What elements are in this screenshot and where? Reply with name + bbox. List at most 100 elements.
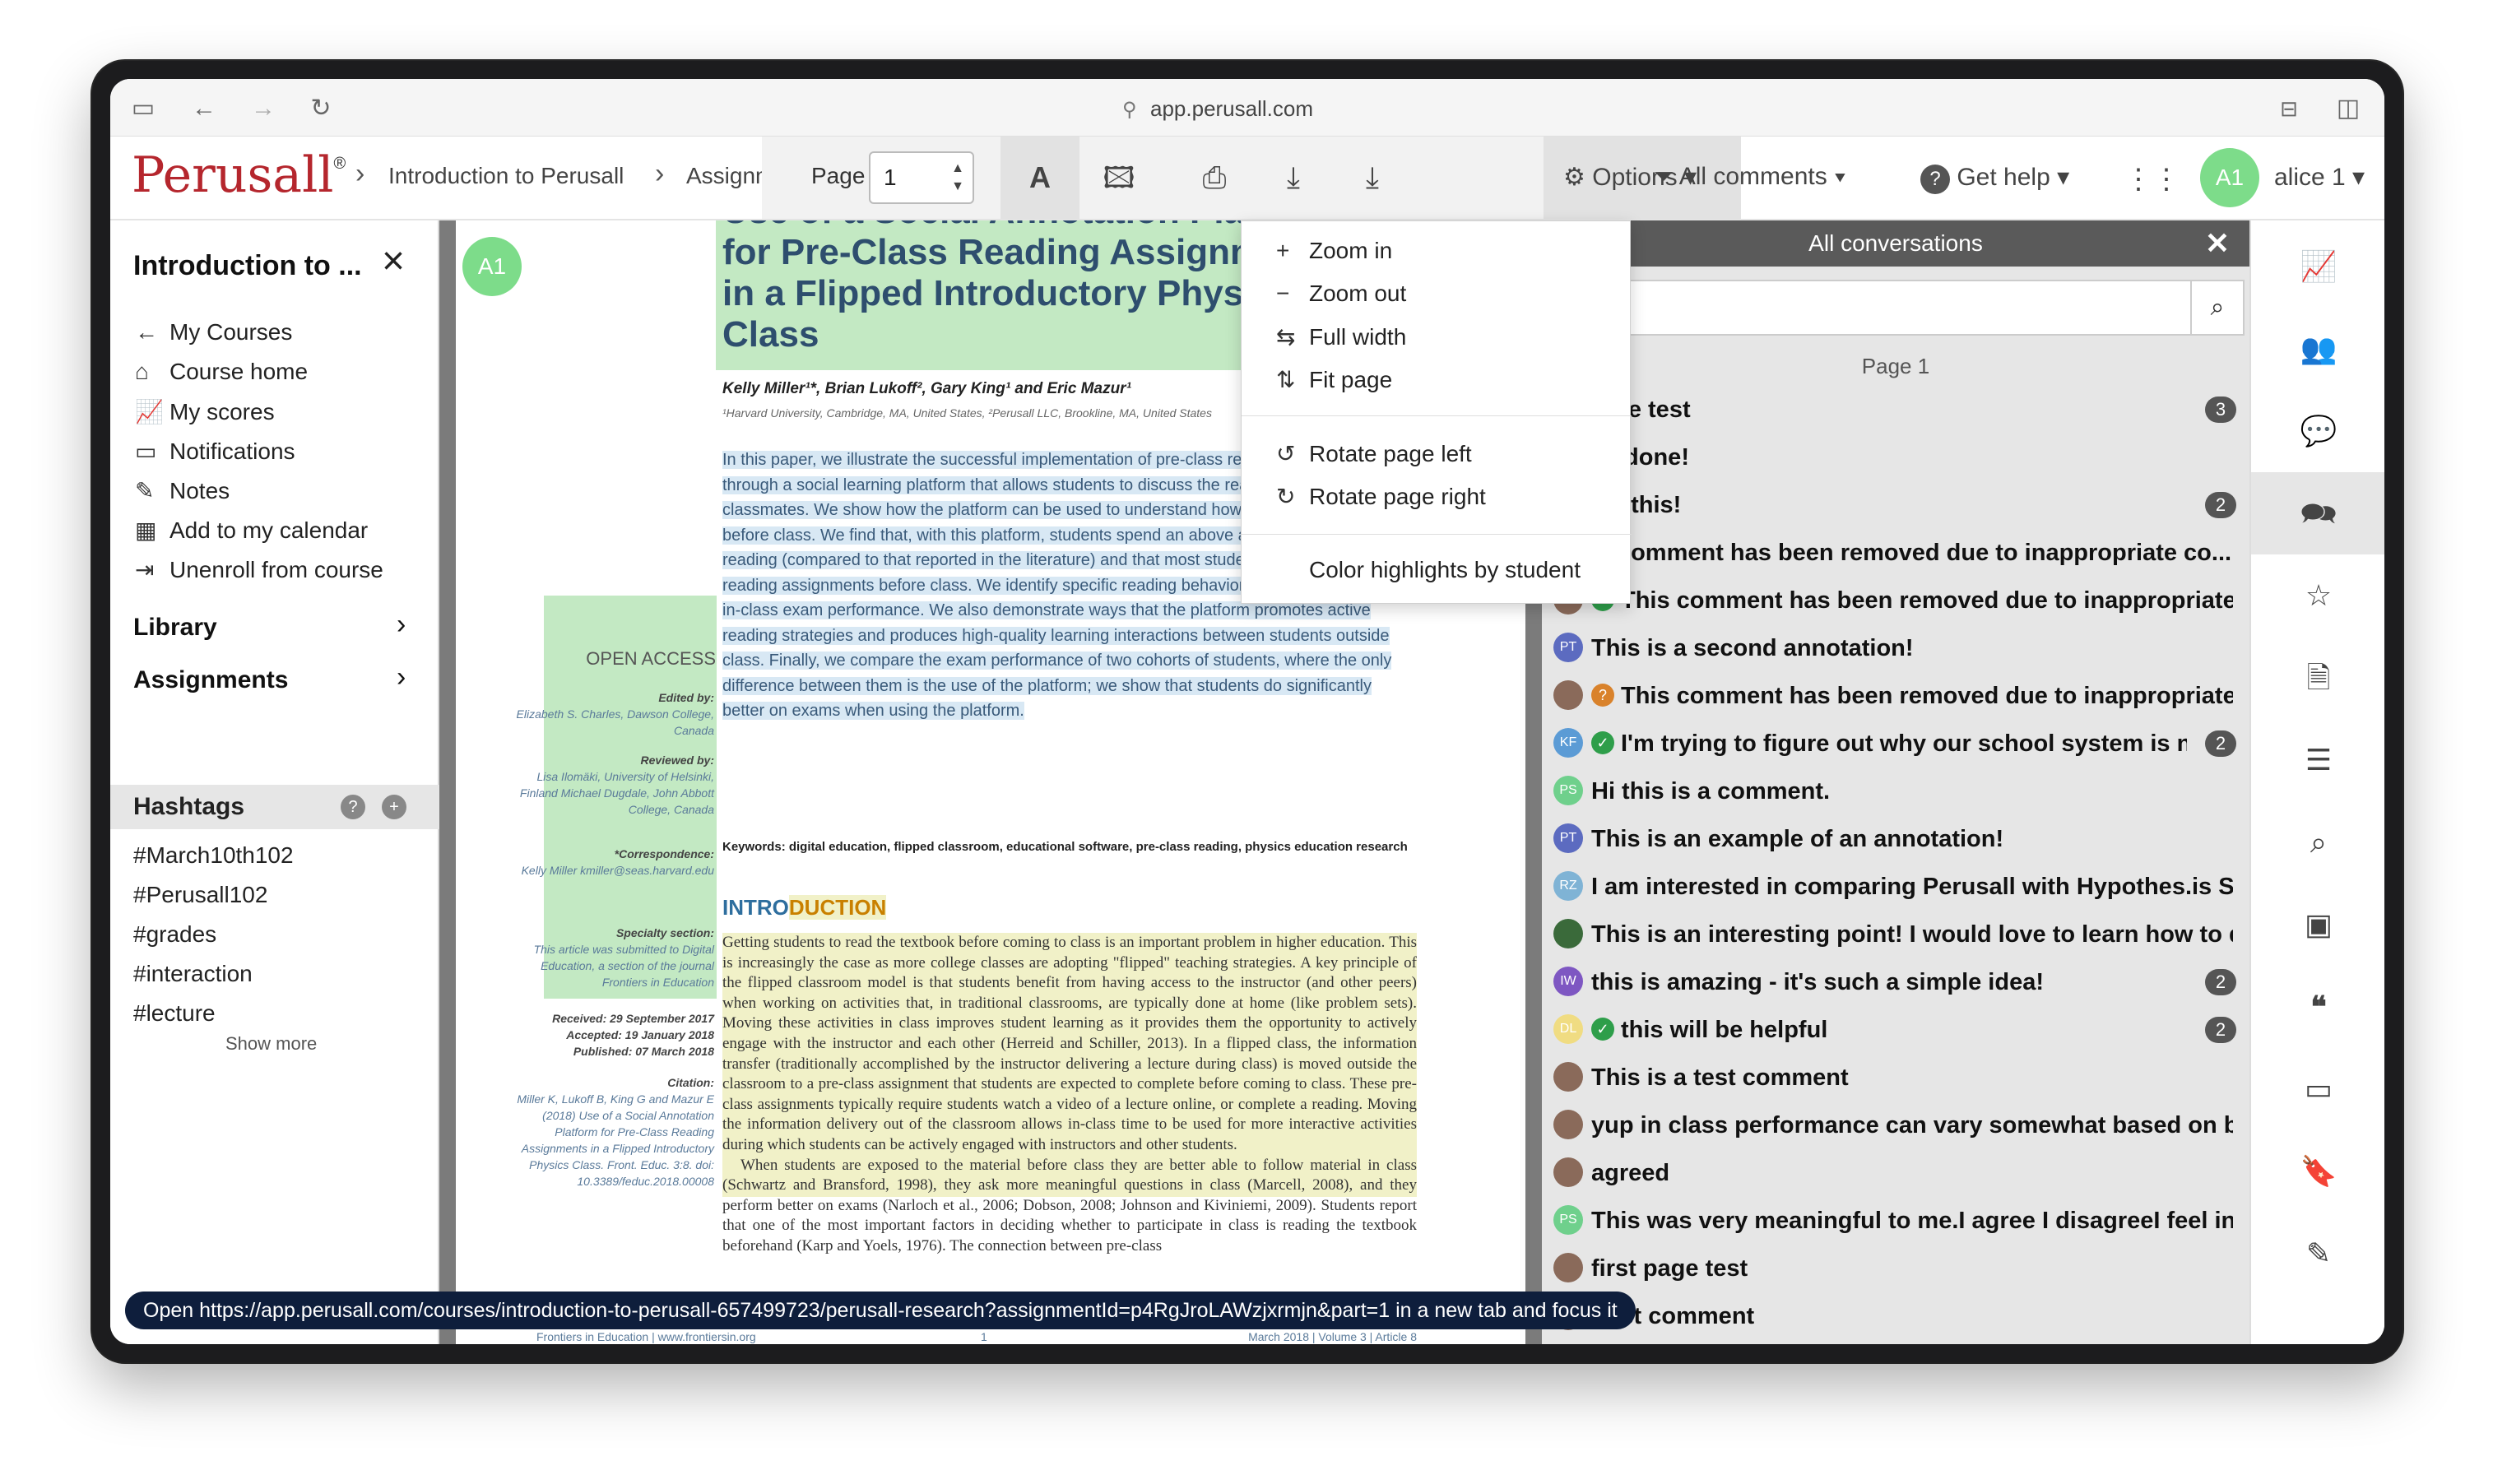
menu-item-zoom-in[interactable]: + Zoom in [1276, 238, 1392, 264]
extension-icon[interactable]: ⊟ [2274, 94, 2304, 123]
sidebar-title: Introduction to ... [133, 250, 362, 281]
conversation-item[interactable]: PS This was very meaningful to me.I agree… [1553, 1199, 2236, 1241]
menu-item-rotate-left[interactable]: ↺ Rotate page left [1276, 440, 1472, 467]
bookmark-icon[interactable]: 🔖 [2251, 1130, 2384, 1213]
conversation-item[interactable]: DL ✓ this will be helpful 2 [1553, 1009, 2236, 1050]
sidebar-item-my-courses[interactable]: ← My Courses [135, 319, 292, 345]
conversation-item[interactable]: PT This is a second annotation! [1553, 627, 2236, 668]
page-number-input[interactable]: 1 ▲ ▼ [869, 151, 974, 204]
menu-item-full-width[interactable]: ⇆ Full width [1276, 323, 1406, 350]
conversation-item[interactable]: ✓This comment has been removed due to in… [1553, 579, 2236, 620]
conversation-text: I'm trying to figure out why our school … [1621, 730, 2187, 757]
text-mode-icon[interactable]: A [1000, 137, 1079, 219]
get-help-button[interactable]: ? Get help ▾ [1920, 163, 2069, 194]
sidebar-item-course-home[interactable]: ⌂ Course home [135, 359, 308, 385]
sidebar-item-notes[interactable]: ✎ Notes [135, 477, 230, 504]
avatar [1553, 1110, 1583, 1139]
hashtag-item[interactable]: #interaction [133, 961, 253, 987]
conversation-item[interactable]: Vell done! [1542, 436, 2236, 477]
conversation-item[interactable]: agreed [1553, 1152, 2236, 1193]
menu-divider [1242, 415, 1632, 416]
sidebar-assignments[interactable]: Assignments › [133, 661, 406, 694]
breadcrumb-course[interactable]: Introduction to Perusall [388, 163, 624, 189]
search-icon[interactable]: ⌕ [2190, 280, 2245, 336]
sidebar-item-unenroll[interactable]: ⇥ Unenroll from course [135, 556, 383, 583]
sidebar-toggle-icon[interactable]: ▭ [128, 94, 158, 123]
quote-icon[interactable]: ❝ [2251, 966, 2384, 1048]
conversation-item[interactable]: love this! 2 [1542, 484, 2236, 525]
conversation-item[interactable]: This is a test comment [1553, 1056, 2236, 1097]
conversation-item[interactable]: KF ✓ I'm trying to figure out why our scho… [1553, 722, 2236, 763]
menu-item-zoom-out[interactable]: − Zoom out [1276, 281, 1406, 307]
close-icon[interactable]: × [382, 239, 405, 284]
help-icon[interactable]: ? [341, 795, 365, 819]
conversation-item[interactable]: This is an interesting point! I would lo… [1553, 913, 2236, 954]
hashtag-item[interactable]: #Perusall102 [133, 882, 267, 908]
image-icon[interactable]: 🖾 [1079, 137, 1158, 219]
link-status-tooltip: Open https://app.perusall.com/courses/in… [125, 1292, 1636, 1329]
menu-item-color-highlights[interactable]: Color highlights by student [1309, 557, 1581, 583]
conversation-item[interactable]: RZ I am interested in comparing Perusall … [1553, 865, 2236, 907]
conversation-search-input[interactable]: h [1575, 280, 2192, 336]
print-icon[interactable]: ⎙ [1175, 137, 1254, 219]
hashtag-item[interactable]: #grades [133, 921, 216, 948]
user-menu[interactable]: alice 1 ▾ [2274, 163, 2365, 192]
sidebar-item-notifications[interactable]: ▭ Notifications [135, 438, 295, 465]
reader-avatar[interactable]: A1 [462, 237, 522, 296]
breadcrumb-assignment[interactable]: Assignm [686, 163, 762, 189]
document-icon[interactable]: 🗎 [2251, 637, 2384, 719]
sidebar-item-calendar[interactable]: ▦ Add to my calendar [135, 517, 368, 544]
conversation-item[interactable]: his comment has been removed due to inap… [1542, 531, 2236, 573]
inbox-icon[interactable]: ▭ [2251, 1048, 2384, 1130]
conversation-item[interactable]: PT This is an example of an annotation! [1553, 818, 2236, 859]
download-icon[interactable]: ⤓ [1254, 137, 1333, 219]
avatar [1553, 680, 1583, 710]
reload-icon[interactable]: ↻ [306, 94, 336, 123]
conversation-item[interactable]: ? This comment has been removed due to in… [1553, 675, 2236, 716]
menu-item-fit-page[interactable]: ⇅ Fit page [1276, 366, 1392, 393]
forward-icon[interactable]: → [248, 94, 278, 123]
conversation-item[interactable]: icture test 3 [1542, 388, 2236, 429]
hashtag-item[interactable]: #March10th102 [133, 842, 294, 869]
contacts-icon[interactable]: ▣ [2251, 883, 2384, 966]
perusall-logo[interactable]: Perusall® [132, 146, 346, 204]
list-icon[interactable]: ☰ [2251, 719, 2384, 801]
search-icon[interactable]: ⌕ [2251, 801, 2384, 883]
show-more-link[interactable]: Show more [225, 1033, 317, 1055]
conversation-text: Vell done! [1576, 444, 1689, 471]
hashtag-item[interactable]: #lecture [133, 1000, 216, 1027]
conversation-item[interactable]: post comment [1553, 1295, 2236, 1336]
chart-icon[interactable]: 📈 [2251, 225, 2384, 308]
conversation-item[interactable]: PS Hi this is a comment. [1553, 770, 2236, 811]
avatar [1553, 1253, 1583, 1282]
apps-grid-icon[interactable]: ⋮⋮ [2124, 163, 2180, 196]
add-icon[interactable]: + [382, 795, 406, 819]
address-bar[interactable]: ⚲ app.perusall.com [1122, 92, 1386, 125]
avatar: RZ [1553, 871, 1583, 901]
download-with-comments-icon[interactable]: ⤓ [1333, 137, 1412, 219]
avatar: PS [1553, 1205, 1583, 1235]
split-view-icon[interactable]: ◫ [2333, 94, 2363, 123]
user-avatar[interactable]: A1 [2200, 148, 2259, 207]
page-stepper-icon[interactable]: ▲ ▼ [951, 160, 964, 196]
conversation-item[interactable]: first page test [1553, 1247, 2236, 1288]
conversation-item[interactable]: yup in class performance can vary somewh… [1553, 1104, 2236, 1145]
sidebar-library[interactable]: Library › [133, 609, 406, 642]
chevron-right-icon: › [655, 158, 665, 189]
pencil-icon[interactable]: ✎ [2251, 1213, 2384, 1295]
menu-item-rotate-right[interactable]: ↻ Rotate page right [1276, 483, 1486, 510]
resolved-check-icon: ✓ [1591, 1018, 1614, 1041]
conversation-text: agreed [1591, 1160, 1670, 1186]
star-icon[interactable]: ☆ [2251, 554, 2384, 637]
people-icon[interactable]: 👥 [2251, 308, 2384, 390]
close-icon[interactable]: ✕ [2205, 220, 2230, 267]
all-comments-filter[interactable]: ⏷ All comments ▾ [1654, 163, 1846, 191]
avatar: PT [1553, 823, 1583, 853]
sidebar-item-my-scores[interactable]: 📈 My scores [135, 398, 275, 425]
conversations-icon[interactable]: 🗪 [2251, 472, 2384, 554]
paper-body: Getting students to read the textbook be… [722, 933, 1417, 1257]
back-icon[interactable]: ← [189, 94, 219, 123]
comment-icon[interactable]: 💬 [2251, 390, 2384, 472]
conversation-item[interactable]: IW this is amazing - it's such a simple i… [1553, 961, 2236, 1002]
conversation-text: yup in class performance can vary somewh… [1591, 1112, 2233, 1139]
